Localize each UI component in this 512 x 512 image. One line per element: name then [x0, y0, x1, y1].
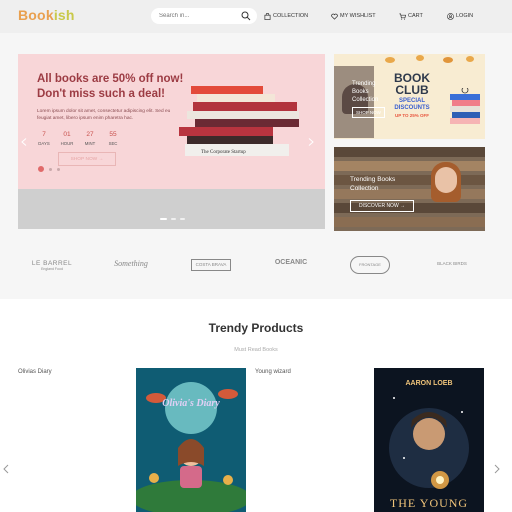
logo[interactable]: Bookish	[18, 7, 75, 23]
products-prev-icon[interactable]	[3, 464, 9, 474]
search-icon[interactable]	[241, 11, 251, 21]
banner-dot[interactable]	[171, 218, 176, 220]
nav-wishlist[interactable]: MY WISHLIST	[331, 11, 376, 21]
search-box	[151, 8, 257, 24]
slider-dot[interactable]	[38, 166, 44, 172]
book-stack-illustration: The Corporate Startup	[179, 86, 299, 156]
olivia-cover-art	[136, 382, 246, 512]
product-label-olivias-diary[interactable]: Olivias Diary	[18, 369, 52, 375]
reader-face	[435, 167, 457, 193]
banner-dot[interactable]	[160, 218, 167, 220]
countdown-label: DAYS	[38, 141, 50, 146]
special-label: SPECIAL	[398, 98, 425, 104]
banner-pagination	[160, 218, 185, 220]
banner-lower-panel	[18, 189, 325, 229]
nav-login-label: LOGIN	[456, 13, 474, 19]
brand-costa-brava[interactable]: COSTA BRAVA	[191, 259, 231, 271]
cover-title: Olivia's Diary	[162, 398, 220, 409]
trendy-products-subtitle: Must Read Books	[234, 347, 278, 353]
discover-now-button[interactable]: DISCOVER NOW →	[350, 200, 414, 212]
book-club-title: BOOK CLUB	[388, 72, 436, 96]
brand-name: LE BARREL	[31, 260, 73, 267]
user-icon	[447, 12, 454, 20]
countdown-value: 01	[63, 131, 71, 138]
book-spine-text: The Corporate Startup	[201, 150, 246, 155]
book-cover-young-wizard[interactable]: AARON LOEB THE YOUNG	[374, 368, 484, 512]
heart-icon	[331, 13, 338, 20]
site-header: Bookish COLLECTION MY WISHLIST CART LOGI…	[0, 0, 512, 33]
countdown-value: 7	[42, 131, 46, 138]
brand-something[interactable]: Something	[108, 259, 154, 268]
nav-collection[interactable]: COLLECTION	[264, 11, 308, 21]
countdown-label: MINT	[84, 141, 96, 146]
young-wizard-cover-art	[389, 397, 469, 489]
prev-slide-icon[interactable]	[21, 138, 27, 146]
countdown-value: 27	[86, 131, 94, 138]
shelf	[334, 217, 485, 227]
next-slide-icon[interactable]	[308, 138, 314, 146]
cover-title: THE YOUNG	[389, 496, 469, 510]
countdown-days: 7 DAYS	[37, 131, 51, 146]
book-cover-olivias-diary[interactable]: Olivia's Diary	[136, 368, 246, 512]
nav-cart[interactable]: CART	[399, 11, 423, 21]
brand-sub: England Food	[41, 267, 63, 271]
product-label-young-wizard[interactable]: Young wizard	[255, 369, 291, 375]
bag-icon	[264, 12, 271, 20]
discounts-label: DISCOUNTS	[394, 105, 430, 111]
book-club-shop-button[interactable]: SHOP NOW	[352, 107, 385, 118]
countdown-minutes: 27 MINT	[83, 131, 97, 146]
books-illustration	[450, 88, 480, 124]
trendy-products-title: Trendy Products	[208, 321, 304, 335]
shop-now-button[interactable]: SHOP NOW →	[58, 152, 116, 166]
countdown-seconds: 55 SEC	[106, 131, 120, 146]
nav-login[interactable]: LOGIN	[447, 11, 473, 21]
shelf	[334, 161, 485, 171]
brand-logos: LE BARREL England Food Something COSTA B…	[18, 252, 508, 276]
book-club-special: SPECIAL DISCOUNTS	[386, 98, 438, 112]
hero-title: All books are 50% off now! Don't miss su…	[37, 73, 184, 100]
shelf	[334, 147, 485, 157]
cover-author: AARON LOEB	[405, 380, 453, 387]
nav-cart-label: CART	[408, 13, 423, 19]
countdown-label: SEC	[108, 141, 118, 146]
countdown-timer: 7 DAYS 01 HOUR 27 MINT 55 SEC	[37, 131, 120, 146]
brand-frontage[interactable]: FRONTAGE	[350, 256, 390, 274]
brand-black-birds[interactable]: BLACK BIRDS	[430, 261, 474, 266]
slider-dot[interactable]	[49, 167, 52, 171]
slider-dot[interactable]	[57, 167, 60, 171]
countdown-label: HOUR	[60, 141, 74, 146]
cart-icon	[399, 13, 406, 20]
brand-le-barrel[interactable]: LE BARREL England Food	[30, 260, 74, 271]
book-club-title-line2: CLUB	[395, 83, 429, 97]
products-next-icon[interactable]	[494, 464, 500, 474]
nav-wishlist-label: MY WISHLIST	[340, 13, 376, 19]
logo-part-1: Book	[18, 7, 54, 23]
book-club-overlay-title: Trending Books Collection	[352, 81, 379, 103]
countdown-value: 55	[109, 131, 117, 138]
book-club-off: UP TO 25% OFF	[394, 113, 430, 118]
leaves-decoration	[385, 55, 474, 63]
hero-description: Lorem ipsum dolor sit amet, consectetur …	[37, 109, 171, 121]
search-input[interactable]	[159, 11, 239, 21]
countdown-hours: 01 HOUR	[60, 131, 74, 146]
trending-title: Trending Books Collection	[350, 176, 396, 192]
brand-oceanic[interactable]: OCEANIC	[268, 259, 314, 266]
slider-dots	[38, 166, 60, 172]
banner-dot[interactable]	[180, 218, 185, 220]
logo-part-2: ish	[53, 7, 75, 23]
nav-collection-label: COLLECTION	[273, 13, 309, 19]
